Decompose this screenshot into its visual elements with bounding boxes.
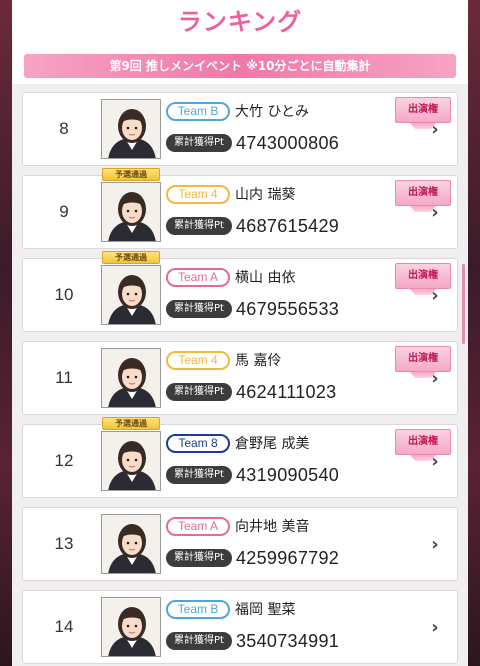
- qualified-badge: 予選通過: [102, 168, 160, 181]
- ranking-row[interactable]: 12 予選通過 Team 8 倉野尾 成美 累計獲得Pt 4319090540 …: [22, 417, 458, 498]
- rank-number: 9: [59, 202, 69, 221]
- member-avatar: [101, 182, 161, 242]
- member-avatar: [101, 265, 161, 325]
- points-label-badge: 累計獲得Pt: [166, 383, 232, 401]
- points-label-badge: 累計獲得Pt: [166, 300, 232, 318]
- ranking-row[interactable]: 10 予選通過 Team A 横山 由依 累計獲得Pt 4679556533 出…: [22, 251, 458, 332]
- background-right: [468, 0, 480, 666]
- chevron-right-icon[interactable]: ›: [427, 453, 443, 471]
- rank-number: 14: [54, 617, 74, 636]
- points-value: 4743000806: [236, 133, 340, 153]
- team-badge: Team A: [166, 268, 230, 287]
- points-value: 4259967792: [236, 548, 340, 568]
- member-name: 向井地 美音: [235, 519, 310, 535]
- points-label-badge: 累計獲得Pt: [166, 632, 232, 650]
- rank-number: 10: [54, 285, 74, 304]
- ranking-list[interactable]: 8 Team B 大竹 ひとみ 累計獲得Pt 4743000806 出演権 › …: [12, 84, 468, 666]
- scrollbar[interactable]: [462, 264, 465, 344]
- points-value: 4687615429: [236, 216, 340, 236]
- member-avatar: [101, 431, 161, 491]
- member-name: 山内 瑞葵: [235, 187, 296, 203]
- ranking-row[interactable]: 8 Team B 大竹 ひとみ 累計獲得Pt 4743000806 出演権 ›: [22, 92, 458, 166]
- points-label-badge: 累計獲得Pt: [166, 549, 232, 567]
- rank-number: 8: [59, 119, 69, 138]
- appearance-badge: 出演権: [395, 429, 451, 455]
- points-label-badge: 累計獲得Pt: [166, 466, 232, 484]
- member-avatar: [101, 348, 161, 408]
- chevron-right-icon[interactable]: ›: [427, 287, 443, 305]
- chevron-right-icon[interactable]: ›: [427, 121, 443, 139]
- appearance-badge: 出演権: [395, 263, 451, 289]
- ranking-row[interactable]: 13 Team A 向井地 美音 累計獲得Pt 4259967792 ›: [22, 507, 458, 581]
- appearance-badge: 出演権: [395, 346, 451, 372]
- rank-number: 13: [54, 534, 74, 553]
- member-avatar: [101, 514, 161, 574]
- points-value: 4624111023: [236, 382, 337, 402]
- team-badge: Team B: [166, 102, 230, 121]
- rank-number: 12: [54, 451, 74, 470]
- points-value: 4679556533: [236, 299, 340, 319]
- team-badge: Team A: [166, 517, 230, 536]
- chevron-right-icon[interactable]: ›: [427, 619, 443, 637]
- points-label-badge: 累計獲得Pt: [166, 134, 232, 152]
- chevron-right-icon[interactable]: ›: [427, 536, 443, 554]
- ranking-row[interactable]: 14 Team B 福岡 聖菜 累計獲得Pt 3540734991 ›: [22, 590, 458, 664]
- qualified-badge: 予選通過: [102, 251, 160, 264]
- member-name: 大竹 ひとみ: [235, 104, 310, 120]
- background-left: [0, 0, 12, 666]
- team-badge: Team B: [166, 600, 230, 619]
- points-value: 3540734991: [236, 631, 340, 651]
- page-title: ランキング: [177, 8, 303, 36]
- appearance-badge: 出演権: [395, 97, 451, 123]
- member-name: 福岡 聖菜: [235, 602, 296, 618]
- appearance-badge: 出演権: [395, 180, 451, 206]
- ranking-row[interactable]: 9 予選通過 Team 4 山内 瑞葵 累計獲得Pt 4687615429 出演…: [22, 168, 458, 249]
- member-name: 馬 嘉伶: [235, 353, 282, 369]
- chevron-right-icon[interactable]: ›: [427, 370, 443, 388]
- team-badge: Team 8: [166, 434, 230, 453]
- rank-number: 11: [55, 368, 73, 387]
- points-label-badge: 累計獲得Pt: [166, 217, 232, 235]
- ranking-row[interactable]: 11 Team 4 馬 嘉伶 累計獲得Pt 4624111023 出演権 ›: [22, 341, 458, 415]
- chevron-right-icon[interactable]: ›: [427, 204, 443, 222]
- points-value: 4319090540: [236, 465, 340, 485]
- member-name: 倉野尾 成美: [235, 436, 310, 452]
- member-avatar: [101, 597, 161, 657]
- team-badge: Team 4: [166, 351, 230, 370]
- member-avatar: [101, 99, 161, 159]
- event-subtitle-bar: 第9回 推しメンイベント ※10分ごとに自動集計: [24, 54, 456, 78]
- member-name: 横山 由依: [235, 270, 296, 286]
- team-badge: Team 4: [166, 185, 230, 204]
- ranking-panel: ランキング 第9回 推しメンイベント ※10分ごとに自動集計 8 Team B …: [12, 0, 468, 666]
- qualified-badge: 予選通過: [102, 417, 160, 430]
